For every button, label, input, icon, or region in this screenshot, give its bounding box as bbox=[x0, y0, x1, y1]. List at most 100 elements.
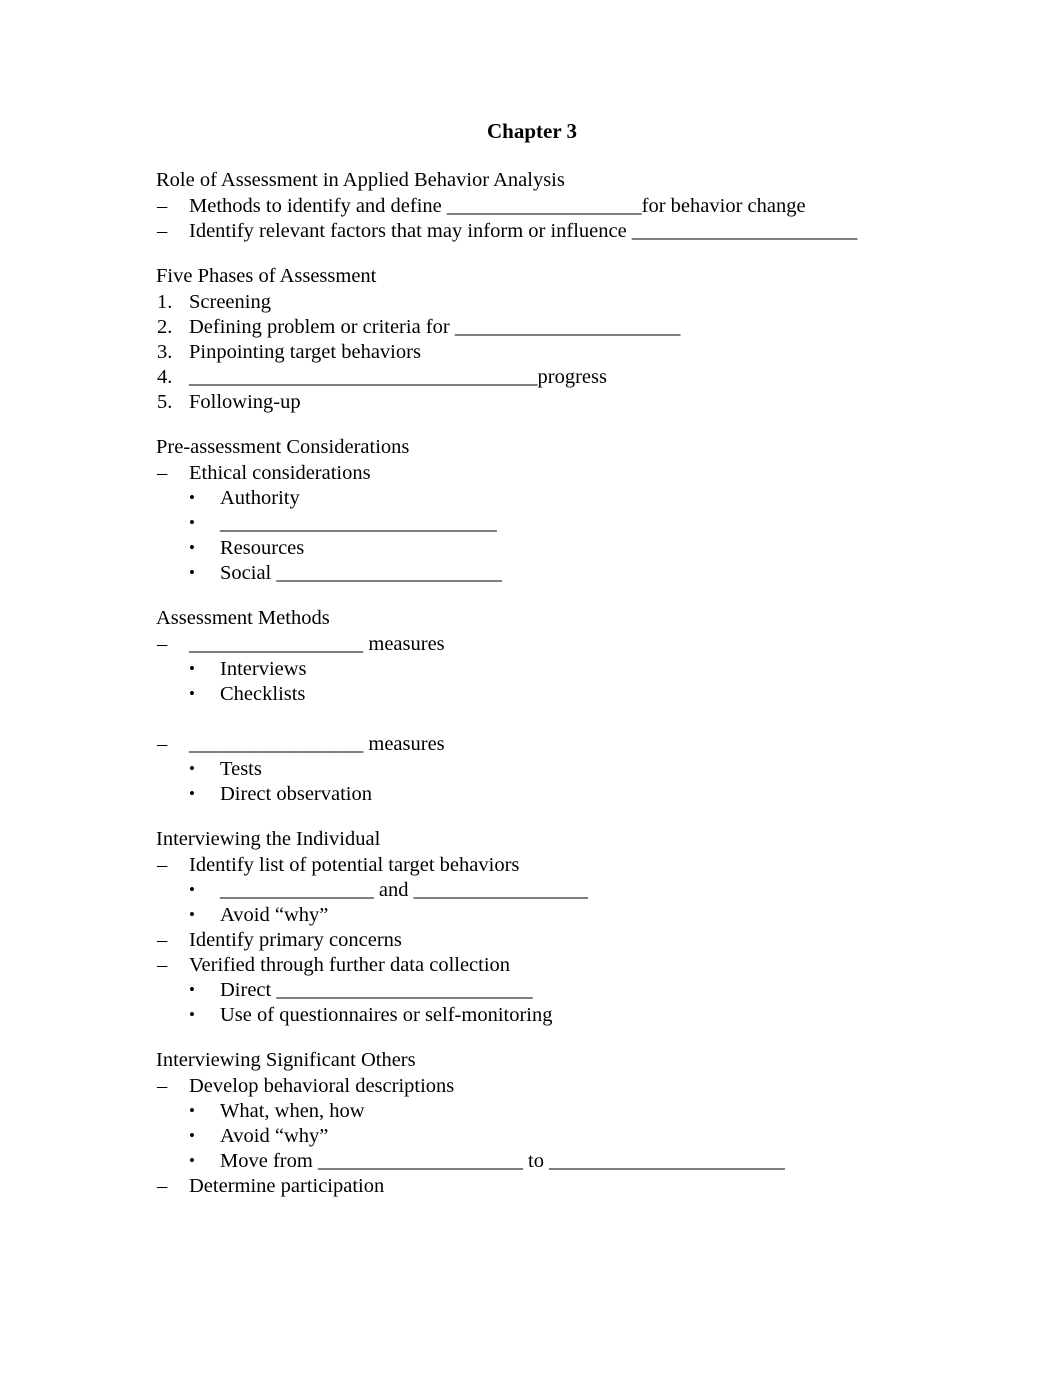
outline-section: Pre-assessment Considerations – Ethical co… bbox=[156, 435, 916, 586]
dash-list: – Ethical considerations bbox=[156, 461, 916, 486]
bullet-icon: • bbox=[189, 488, 195, 507]
list-item-text: _________________ measures bbox=[189, 733, 445, 755]
list-item-text: Move from ____________________ to ______… bbox=[220, 1150, 785, 1172]
outline-section: Interviewing the Individual – Identify lis… bbox=[156, 827, 916, 1028]
list-item: – Identify list of potential target behav… bbox=[156, 853, 916, 878]
list-item: • Authority bbox=[156, 486, 916, 511]
list-item: – _________________ measures bbox=[156, 632, 916, 657]
section-heading: Role of Assessment in Applied Behavior A… bbox=[156, 169, 565, 191]
list-item-text: Avoid “why” bbox=[220, 1125, 329, 1147]
dash-icon: – bbox=[157, 854, 168, 876]
list-number: 3. bbox=[157, 341, 173, 363]
bullet-icon: • bbox=[189, 784, 195, 803]
list-item: • Checklists bbox=[156, 682, 916, 707]
bullet-icon: • bbox=[189, 1151, 195, 1170]
bullet-icon: • bbox=[189, 538, 195, 557]
list-item: • Direct observation bbox=[156, 782, 916, 807]
bullet-list: • Authority • ___________________________ • R… bbox=[156, 486, 916, 586]
bullet-icon: • bbox=[189, 759, 195, 778]
list-item-text: Determine participation bbox=[189, 1175, 385, 1197]
section-heading: Pre-assessment Considerations bbox=[156, 436, 410, 458]
list-item-text: Checklists bbox=[220, 683, 306, 705]
dash-list: – Identify primary concerns – Verified thro… bbox=[156, 928, 916, 978]
list-item: • What, when, how bbox=[156, 1099, 916, 1124]
bullet-icon: • bbox=[189, 880, 195, 899]
list-item-text: Avoid “why” bbox=[220, 904, 329, 926]
list-item-text: Ethical considerations bbox=[189, 462, 371, 484]
list-item: – Develop behavioral descriptions bbox=[156, 1074, 916, 1099]
bullet-icon: • bbox=[189, 513, 195, 532]
bullet-icon: • bbox=[189, 1005, 195, 1024]
list-item: 3. Pinpointing target behaviors bbox=[156, 340, 916, 365]
page-title: Chapter 3 bbox=[486, 119, 578, 143]
list-item-text: Use of questionnaires or self-monitoring bbox=[220, 1004, 553, 1026]
list-item-text: Resources bbox=[220, 537, 305, 559]
document-page: Chapter 3 Role of Assessment in Applied … bbox=[0, 0, 1062, 1377]
list-item: – Identify relevant factors that may info… bbox=[156, 219, 916, 244]
bullet-icon: • bbox=[189, 980, 195, 999]
outline-section: Assessment Methods – _________________ mea… bbox=[156, 606, 916, 807]
numbered-list: 1. Screening 2. Defining problem or criteri… bbox=[156, 290, 916, 415]
document-body: Chapter 3 Role of Assessment in Applied … bbox=[156, 118, 916, 1219]
list-item-text: Defining problem or criteria for _______… bbox=[189, 316, 681, 338]
list-item-text: Direct observation bbox=[220, 783, 372, 805]
dash-icon: – bbox=[157, 633, 168, 655]
list-item-text: Verified through further data collection bbox=[189, 954, 511, 976]
dash-list: – Develop behavioral descriptions bbox=[156, 1074, 916, 1099]
list-item-text: __________________________________progre… bbox=[189, 366, 607, 388]
list-item: 2. Defining problem or criteria for _____… bbox=[156, 315, 916, 340]
list-item-text: Direct _________________________ bbox=[220, 979, 533, 1001]
dash-list: – Identify list of potential target behav… bbox=[156, 853, 916, 878]
outline-section: Five Phases of Assessment 1. Screening 2. De… bbox=[156, 264, 916, 415]
list-item: – Methods to identify and define ________… bbox=[156, 194, 916, 219]
dash-icon: – bbox=[157, 733, 168, 755]
bullet-icon: • bbox=[189, 1101, 195, 1120]
list-item: 5. Following-up bbox=[156, 390, 916, 415]
dash-icon: – bbox=[157, 462, 168, 484]
list-item: – Identify primary concerns bbox=[156, 928, 916, 953]
section-heading: Interviewing Significant Others bbox=[156, 1049, 416, 1071]
outline-section: Role of Assessment in Applied Behavior A… bbox=[156, 168, 916, 244]
list-item: • Avoid “why” bbox=[156, 1124, 916, 1149]
sections-container: Role of Assessment in Applied Behavior A… bbox=[156, 168, 916, 1199]
dash-icon: – bbox=[157, 220, 168, 242]
list-item-text: Pinpointing target behaviors bbox=[189, 341, 421, 363]
dash-list: – Determine participation bbox=[156, 1174, 916, 1199]
list-item-text: What, when, how bbox=[220, 1100, 365, 1122]
list-item-text: Identify primary concerns bbox=[189, 929, 402, 951]
dash-list: – Methods to identify and define ________… bbox=[156, 194, 916, 244]
list-item-text: _________________ measures bbox=[189, 633, 445, 655]
list-item-text: Develop behavioral descriptions bbox=[189, 1075, 455, 1097]
dash-icon: – bbox=[157, 929, 168, 951]
list-item-text: Tests bbox=[220, 758, 262, 780]
list-item: 4. __________________________________prog… bbox=[156, 365, 916, 390]
list-number: 4. bbox=[157, 366, 173, 388]
dash-list: – _________________ measures bbox=[156, 632, 916, 657]
list-item-text: Interviews bbox=[220, 658, 307, 680]
list-item: – _________________ measures bbox=[156, 732, 916, 757]
list-item-text: ___________________________ bbox=[220, 512, 497, 534]
list-item: • Social ______________________ bbox=[156, 561, 916, 586]
dash-icon: – bbox=[157, 1175, 168, 1197]
list-item-text: _______________ and _________________ bbox=[220, 879, 588, 901]
list-item: • Avoid “why” bbox=[156, 903, 916, 928]
bullet-icon: • bbox=[189, 684, 195, 703]
list-item: – Ethical considerations bbox=[156, 461, 916, 486]
list-item: • Use of questionnaires or self-monitorin… bbox=[156, 1003, 916, 1028]
list-item: • Direct _________________________ bbox=[156, 978, 916, 1003]
dash-icon: – bbox=[157, 1075, 168, 1097]
bullet-list: • _______________ and _________________ • A… bbox=[156, 878, 916, 928]
list-item-text: Identify list of potential target behavi… bbox=[189, 854, 520, 876]
bullet-list: • What, when, how • Avoid “why” • Move from _… bbox=[156, 1099, 916, 1174]
bullet-icon: • bbox=[189, 905, 195, 924]
list-item-text: Screening bbox=[189, 291, 271, 313]
list-item: • ___________________________ bbox=[156, 511, 916, 536]
outline-section: Interviewing Significant Others – Develop … bbox=[156, 1048, 916, 1199]
list-number: 2. bbox=[157, 316, 173, 338]
list-item: – Determine participation bbox=[156, 1174, 916, 1199]
list-item: • Resources bbox=[156, 536, 916, 561]
list-item: – Verified through further data collectio… bbox=[156, 953, 916, 978]
list-item-text: Social ______________________ bbox=[220, 562, 502, 584]
dash-icon: – bbox=[157, 954, 168, 976]
